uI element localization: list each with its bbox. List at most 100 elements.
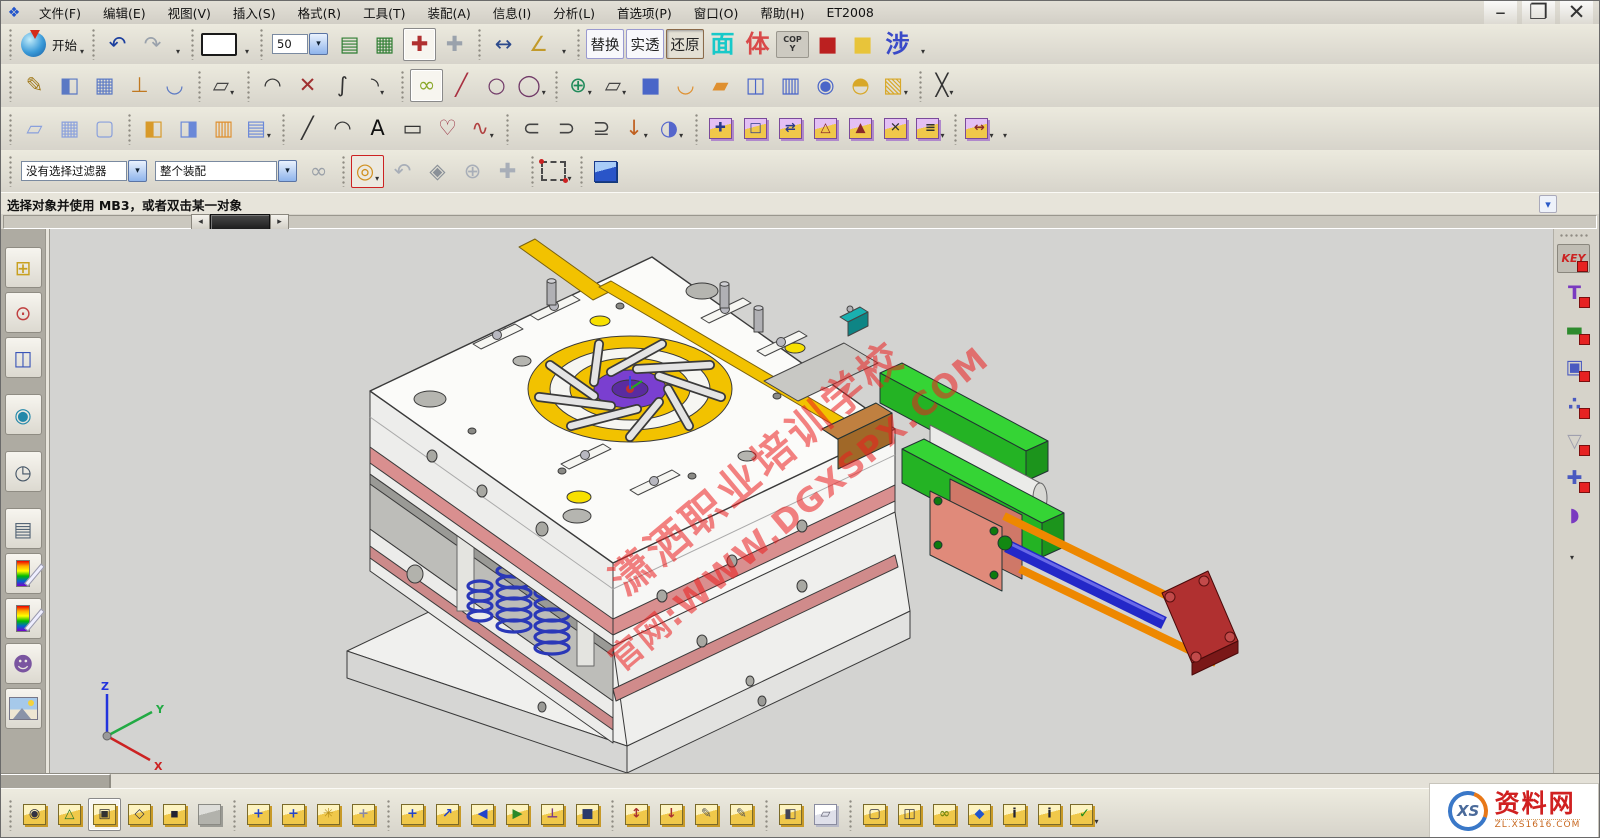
component-in-window-button[interactable]: ▣ <box>88 798 121 831</box>
text-button[interactable]: A <box>361 112 394 145</box>
edit-curve-length-button[interactable]: ⊃ <box>550 112 583 145</box>
add-component-button[interactable]: + <box>242 798 275 831</box>
redo-button[interactable]: ↷ <box>136 28 169 61</box>
basic-arc-button[interactable]: ◠ <box>326 112 359 145</box>
reuse-library-tab[interactable]: ◉ <box>5 394 42 435</box>
quick-pick-button[interactable]: ◈ <box>421 155 454 188</box>
roles-tab[interactable]: ☻ <box>5 643 42 684</box>
status-resize-grip[interactable] <box>1 774 111 789</box>
solid-cube-button[interactable]: ■ <box>811 28 844 61</box>
boolean-unite-button[interactable]: ⊕▾ <box>564 69 597 102</box>
scroll-right-button[interactable]: ▸ <box>270 214 289 230</box>
copy-display-button[interactable]: COPY <box>776 31 809 58</box>
undo-button[interactable]: ↶ <box>101 28 134 61</box>
moldwizard-insert-button[interactable]: ▣ <box>1557 352 1592 383</box>
offset-surface-button[interactable]: ◧ <box>137 112 170 145</box>
horizontal-scrollbar[interactable]: ◂ ▸ <box>191 214 289 228</box>
move-component-button[interactable]: ↗ <box>431 798 464 831</box>
snap-point-button[interactable]: ◎▾ <box>351 155 384 188</box>
curve-stretch-button[interactable]: ◝▾ <box>361 69 394 102</box>
history-tab[interactable]: ◷ <box>5 451 42 492</box>
visualization-tab[interactable] <box>5 553 42 594</box>
rectangle-button[interactable]: ▭ <box>396 112 429 145</box>
datum-plane-button[interactable]: ◧ <box>53 69 86 102</box>
display-component-window-button[interactable]: ◫ <box>893 798 926 831</box>
line-button[interactable]: ╱ <box>445 69 478 102</box>
measure-distance-button[interactable]: ↔ <box>487 28 520 61</box>
edit-in-window-button[interactable]: ✎ <box>725 798 758 831</box>
circle-button[interactable]: ◯▾ <box>515 69 548 102</box>
datum-axis-button[interactable]: ⊥ <box>123 69 156 102</box>
isolate-component-button[interactable]: ▢ <box>858 798 891 831</box>
delete-component-button[interactable]: ✕ <box>879 112 912 145</box>
wave-dimension-button[interactable]: ↔▾ <box>963 112 996 145</box>
line-width-dropdown[interactable]: ▾ <box>240 28 253 61</box>
curve-blend-button[interactable]: ∫ <box>326 69 359 102</box>
pattern-component-button[interactable]: ▲ <box>844 112 877 145</box>
inactive-component-button[interactable] <box>193 798 226 831</box>
snapshot-button[interactable]: ▪ <box>158 798 191 831</box>
basic-line-button[interactable]: ╱ <box>291 112 324 145</box>
information-palette-tab[interactable]: ▤ <box>5 508 42 549</box>
rotate-point-button[interactable]: ⊕ <box>456 155 489 188</box>
mirror-assembly-button[interactable]: ◀ <box>466 798 499 831</box>
x-dimension-button[interactable]: ╳▾ <box>928 69 961 102</box>
moldwizard-elbow-button[interactable]: ◗ <box>1557 500 1592 531</box>
moldwizard-fitting-button[interactable]: ✚ <box>1557 463 1592 494</box>
wcs-dynamics-button[interactable]: ✚ <box>438 28 471 61</box>
moldwizard-slider-button[interactable]: ▬ <box>1557 315 1592 346</box>
moldwizard-key-button[interactable]: KEY <box>1557 244 1590 273</box>
selection-filter-combo[interactable]: 没有选择过滤器▾ <box>20 155 148 188</box>
undo-history-dropdown[interactable]: ▾ <box>171 28 184 61</box>
translucency-button[interactable]: 实透 <box>626 29 664 59</box>
moldwizard-more-dropdown[interactable]: ▾ <box>1565 534 1578 567</box>
block-button[interactable]: ■ <box>634 69 667 102</box>
remember-constraints-button[interactable]: ■ <box>571 798 604 831</box>
sketch-button[interactable]: ✎ <box>18 69 51 102</box>
layer-in-view-button[interactable]: ▦ <box>368 28 401 61</box>
assembly-navigator-tab[interactable]: ⊞ <box>5 247 42 288</box>
open-component-button[interactable]: △ <box>53 798 86 831</box>
scroll-thumb[interactable] <box>210 214 270 230</box>
datum-csys-button[interactable]: ▦ <box>88 69 121 102</box>
replace-component-button[interactable]: ⇄ <box>774 112 807 145</box>
show-hide-component-button[interactable]: ◇ <box>123 798 156 831</box>
assembly-constraints-button[interactable]: + <box>396 798 429 831</box>
edit-curve-button[interactable]: ⊂ <box>515 112 548 145</box>
find-chain-button[interactable]: ∞ <box>302 155 335 188</box>
undo-selection-button[interactable]: ↶ <box>386 155 419 188</box>
layer-settings-button[interactable]: ▤ <box>333 28 366 61</box>
moldwizard-standard-part-button[interactable]: T <box>1557 278 1592 309</box>
shell-button[interactable]: ◫ <box>739 69 772 102</box>
pad-button[interactable]: ◓ <box>844 69 877 102</box>
part-navigator-tab[interactable]: ◫ <box>5 337 42 378</box>
combine-curve-button[interactable]: ◑▾ <box>655 112 688 145</box>
edit-curve-trim-button[interactable]: ⊇ <box>585 112 618 145</box>
through-curves-button[interactable]: ▦ <box>53 112 86 145</box>
shaded-view-button[interactable] <box>589 155 622 188</box>
move-component-button[interactable]: ✚ <box>704 112 737 145</box>
edit-component-button[interactable]: ✎ <box>690 798 723 831</box>
face-mode-button[interactable]: 面 <box>706 28 739 61</box>
wave-geometry-linker-button[interactable]: ◆ <box>963 798 996 831</box>
measure-angle-button[interactable]: ∠ <box>522 28 555 61</box>
moldwizard-plate-button[interactable]: ∴ <box>1557 389 1592 420</box>
start-menu-button[interactable]: 开始▾ <box>50 28 85 61</box>
interpart-link-button[interactable]: ∞ <box>928 798 961 831</box>
bounded-plane-button[interactable]: ▱▾ <box>599 69 632 102</box>
bounded-sheet-button[interactable]: ▢ <box>88 112 121 145</box>
display-tools-dropdown[interactable]: ▾ <box>916 28 929 61</box>
visual-effects-tab[interactable] <box>5 598 42 639</box>
open-component-button[interactable]: □ <box>739 112 772 145</box>
work-layer-combo[interactable]: 50▾ <box>271 28 329 61</box>
assembly-tools-dropdown[interactable]: ▾ <box>998 112 1011 145</box>
toolbar-overflow-button[interactable]: ▾ <box>1539 195 1557 213</box>
stacked-components-button[interactable]: ◧ <box>774 798 807 831</box>
measure-dropdown[interactable]: ▾ <box>557 28 570 61</box>
perpendicular-constraint-button[interactable]: ⊥ <box>536 798 569 831</box>
line-width-swatch[interactable] <box>200 28 238 61</box>
emboss-button[interactable]: ▧▾ <box>879 69 912 102</box>
selection-scope-combo[interactable]: 整个装配▾ <box>154 155 298 188</box>
scroll-left-button[interactable]: ◂ <box>191 214 210 230</box>
link-information-button[interactable]: i <box>998 798 1031 831</box>
